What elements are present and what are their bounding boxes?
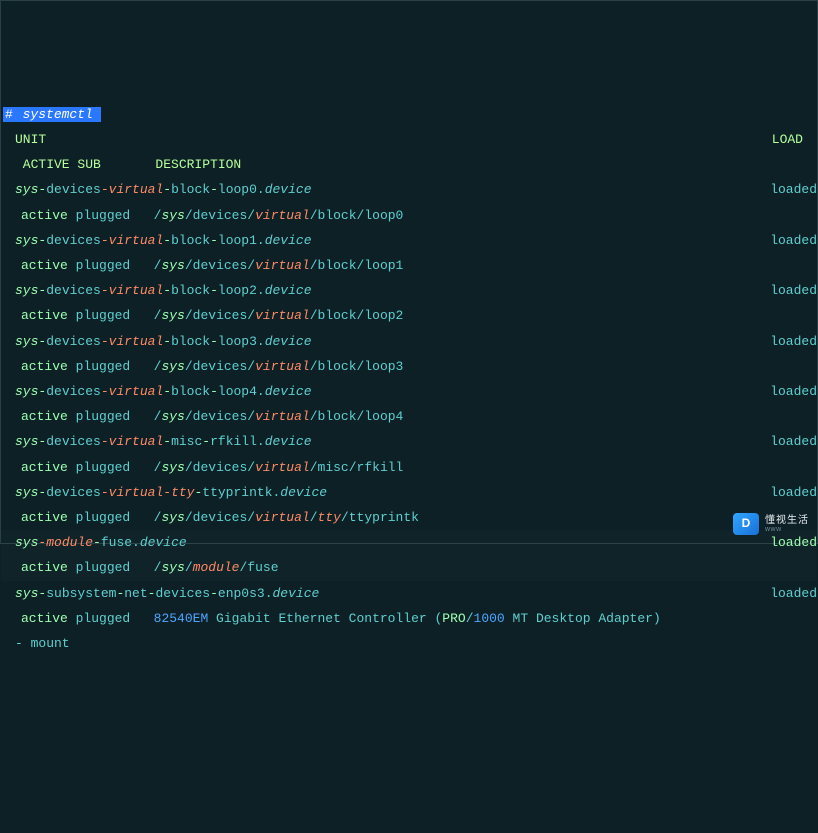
load-status: loaded xyxy=(770,429,817,454)
unit-name-row: sys-subsystem-net-devices-enp0s3.devicel… xyxy=(1,581,817,606)
prompt-hash: # xyxy=(3,107,15,122)
unit-name-row: sys-devices-virtual-block-loop4.devicelo… xyxy=(1,379,817,404)
load-status: loaded xyxy=(770,278,817,303)
unit-desc-row: active plugged /sys/devices/virtual/tty/… xyxy=(1,505,817,530)
header-load: LOAD xyxy=(772,127,803,152)
load-status: loaded xyxy=(770,228,817,253)
unit-name-row: sys-devices-virtual-block-loop3.devicelo… xyxy=(1,329,817,354)
unit-desc-row: active plugged 82540EM Gigabit Ethernet … xyxy=(1,606,817,631)
load-status: loaded xyxy=(770,177,817,202)
prompt-line[interactable]: # systemctl xyxy=(1,102,817,127)
unit-desc-row: active plugged /sys/module/fuse xyxy=(1,555,817,580)
load-status: loaded xyxy=(770,379,817,404)
load-status: loaded xyxy=(770,581,817,606)
unit-name-row: sys-devices-virtual-misc-rfkill.devicelo… xyxy=(1,429,817,454)
unit-desc-row: active plugged /sys/devices/virtual/misc… xyxy=(1,455,817,480)
watermark-text: 懂视生活 www xyxy=(765,515,809,534)
load-status: loaded xyxy=(770,329,817,354)
unit-desc-row: active plugged /sys/devices/virtual/bloc… xyxy=(1,303,817,328)
watermark-logo: D xyxy=(733,513,759,535)
unit-name-row: sys-devices-virtual-block-loop1.devicelo… xyxy=(1,228,817,253)
unit-desc-row: active plugged /sys/devices/virtual/bloc… xyxy=(1,404,817,429)
unit-desc-row: active plugged /sys/devices/virtual/bloc… xyxy=(1,203,817,228)
header-unit: UNIT xyxy=(1,132,46,147)
unit-name-row: sys-devices-virtual-block-loop0.devicelo… xyxy=(1,177,817,202)
header-row-1: UNIT LOAD xyxy=(1,127,817,152)
load-status: loaded xyxy=(770,480,817,505)
unit-name-row: sys-devices-virtual-block-loop2.devicelo… xyxy=(1,278,817,303)
unit-desc-row: active plugged /sys/devices/virtual/bloc… xyxy=(1,253,817,278)
unit-desc-row: active plugged /sys/devices/virtual/bloc… xyxy=(1,354,817,379)
header-row-2: ACTIVE SUB DESCRIPTION xyxy=(1,152,817,177)
unit-name-row: sys-module-fuse.deviceloaded xyxy=(1,530,817,555)
watermark: D 懂视生活 www xyxy=(733,513,809,535)
partial-line: - mount xyxy=(1,631,817,656)
unit-name-row: sys-devices-virtual-tty-ttyprintk.device… xyxy=(1,480,817,505)
prompt-command: systemctl xyxy=(15,107,101,122)
